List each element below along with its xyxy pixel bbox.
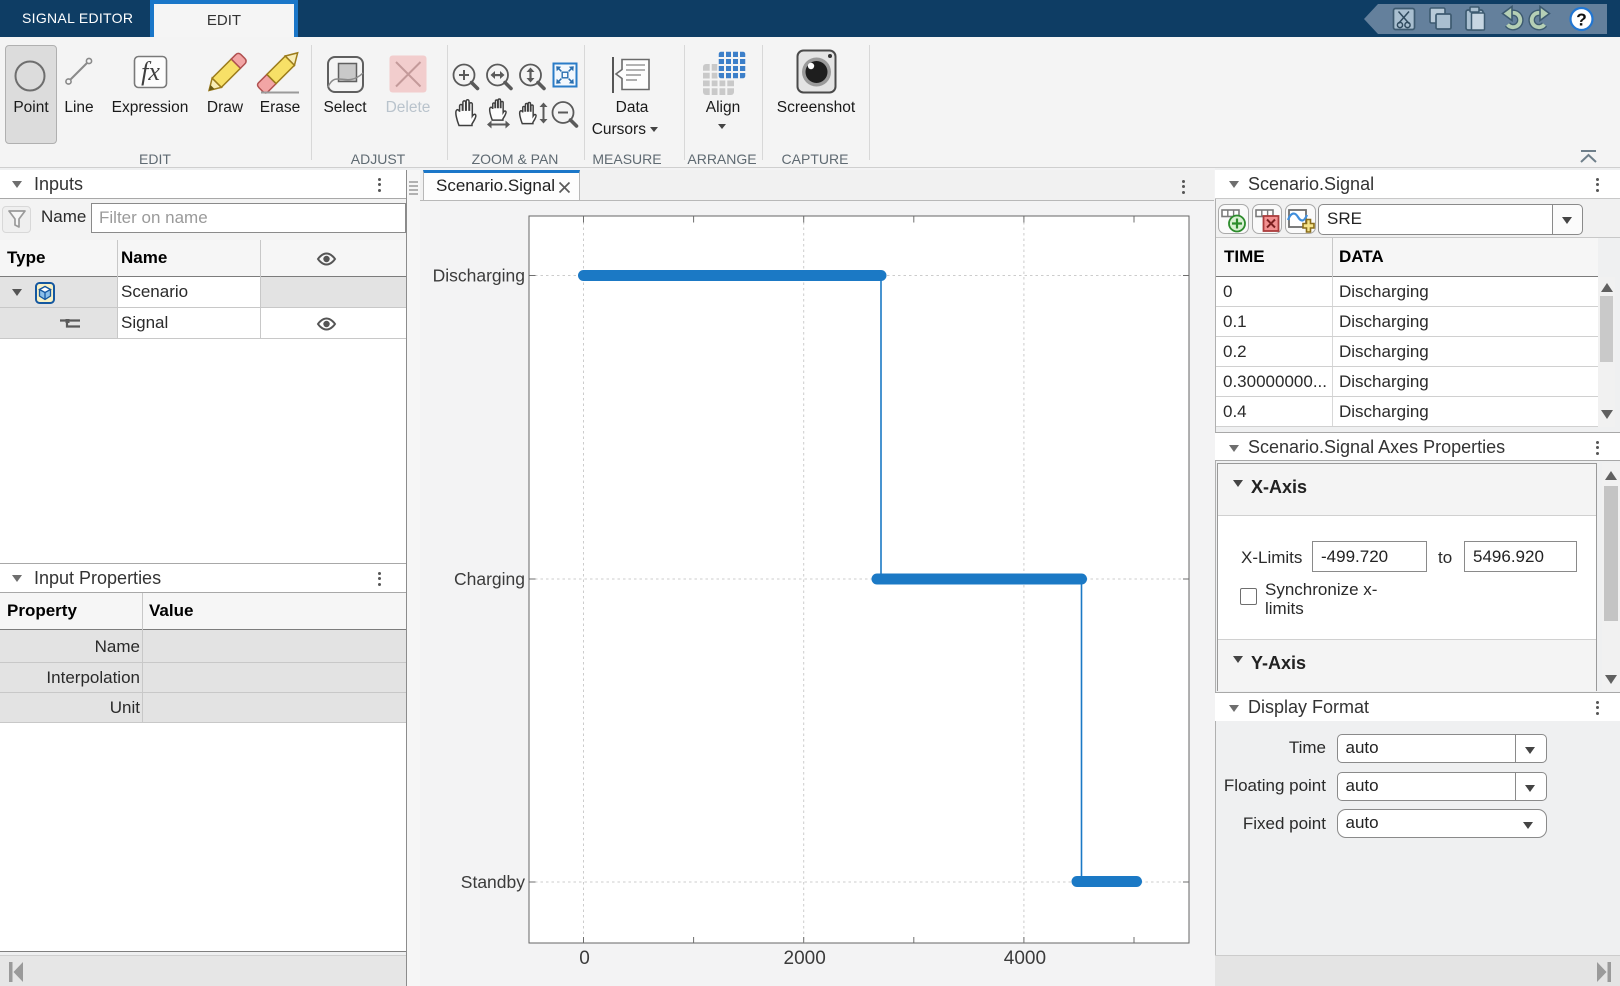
- svg-text:2000: 2000: [784, 948, 826, 969]
- svg-text:fx: fx: [141, 57, 160, 86]
- svg-text:?: ?: [1576, 10, 1587, 30]
- svg-text:0: 0: [579, 948, 590, 969]
- svg-text:Charging: Charging: [454, 569, 525, 589]
- svg-text:Standby: Standby: [461, 872, 525, 892]
- svg-text:4000: 4000: [1004, 948, 1046, 969]
- svg-text:Discharging: Discharging: [433, 266, 525, 286]
